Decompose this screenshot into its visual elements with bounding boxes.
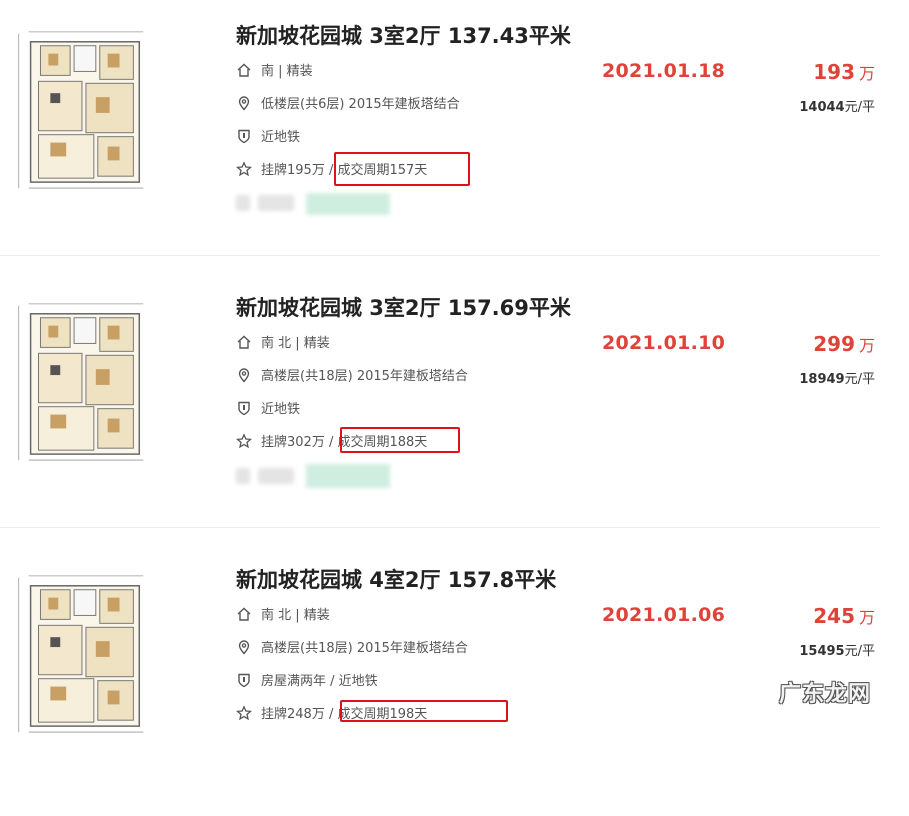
house-icon	[236, 606, 252, 622]
orientation-row: 南 | 精装	[236, 62, 313, 80]
floor-row: 高楼层(共18层) 2015年建板塔结合	[236, 639, 468, 657]
tags-row: 房屋满两年 / 近地铁	[236, 672, 378, 690]
shield-icon	[236, 128, 252, 144]
unit-price: 15495元/平	[799, 644, 875, 659]
listing-price-text: 挂牌248万 /	[261, 707, 334, 722]
shield-icon	[236, 672, 252, 688]
location-pin-icon	[236, 367, 252, 383]
tags-row: 近地铁	[236, 400, 300, 418]
floorplan-image[interactable]	[10, 24, 150, 192]
floor-row: 高楼层(共18层) 2015年建板塔结合	[236, 367, 468, 385]
floorplan-image[interactable]	[10, 296, 150, 464]
floor-row: 低楼层(共6层) 2015年建板塔结合	[236, 95, 460, 113]
deal-date: 2021.01.10	[602, 332, 726, 354]
blurred-tag	[306, 193, 390, 215]
floor-text: 高楼层(共18层) 2015年建板塔结合	[261, 641, 468, 656]
house-icon	[236, 334, 252, 350]
orientation-text: 南 北 | 精装	[261, 608, 330, 623]
star-icon	[236, 161, 252, 177]
total-price: 245 万	[813, 604, 875, 628]
unit-price: 14044元/平	[799, 100, 875, 115]
listing-title[interactable]: 新加坡花园城 3室2厅 137.43平米	[236, 20, 571, 50]
house-icon	[236, 62, 252, 78]
listing-price-text: 挂牌195万 /	[261, 163, 334, 178]
location-pin-icon	[236, 639, 252, 655]
watermark: 广东龙网	[778, 682, 871, 707]
floor-text: 低楼层(共6层) 2015年建板塔结合	[261, 97, 460, 112]
star-icon	[236, 705, 252, 721]
deal-listing[interactable]: 新加坡花园城 4室2厅 157.8平米 南 北 | 精装 高楼层(共18层) 2…	[0, 544, 880, 816]
orientation-text: 南 北 | 精装	[261, 336, 330, 351]
deal-date: 2021.01.18	[602, 60, 726, 82]
deal-cycle-highlight	[334, 152, 470, 186]
blurred-tag	[236, 195, 250, 211]
orientation-row: 南 北 | 精装	[236, 334, 330, 352]
blurred-tag	[306, 464, 390, 488]
floorplan-image[interactable]	[10, 568, 150, 736]
tags-text: 房屋满两年 / 近地铁	[261, 674, 378, 689]
deal-cycle-highlight	[340, 700, 508, 722]
deal-listing[interactable]: 新加坡花园城 3室2厅 157.69平米 南 北 | 精装 高楼层(共18层) …	[0, 272, 880, 544]
total-price: 193 万	[813, 60, 875, 84]
listing-title[interactable]: 新加坡花园城 3室2厅 157.69平米	[236, 292, 571, 322]
blurred-tag	[258, 468, 294, 484]
total-price: 299 万	[813, 332, 875, 356]
tags-row: 近地铁	[236, 128, 300, 146]
unit-price: 18949元/平	[799, 372, 875, 387]
tags-text: 近地铁	[261, 402, 301, 417]
deal-date: 2021.01.06	[602, 604, 726, 626]
floor-text: 高楼层(共18层) 2015年建板塔结合	[261, 369, 468, 384]
tags-text: 近地铁	[261, 130, 301, 145]
divider	[0, 255, 880, 256]
blurred-tag	[236, 468, 250, 484]
orientation-text: 南 | 精装	[261, 64, 313, 79]
deal-cycle-highlight	[340, 427, 460, 453]
divider	[0, 527, 880, 528]
star-icon	[236, 433, 252, 449]
listing-title[interactable]: 新加坡花园城 4室2厅 157.8平米	[236, 564, 556, 594]
deal-listing[interactable]: 新加坡花园城 3室2厅 137.43平米 南 | 精装 低楼层(共6层) 201…	[0, 0, 880, 272]
orientation-row: 南 北 | 精装	[236, 606, 330, 624]
blurred-tag	[258, 195, 294, 211]
shield-icon	[236, 400, 252, 416]
listing-price-text: 挂牌302万 /	[261, 435, 334, 450]
location-pin-icon	[236, 95, 252, 111]
